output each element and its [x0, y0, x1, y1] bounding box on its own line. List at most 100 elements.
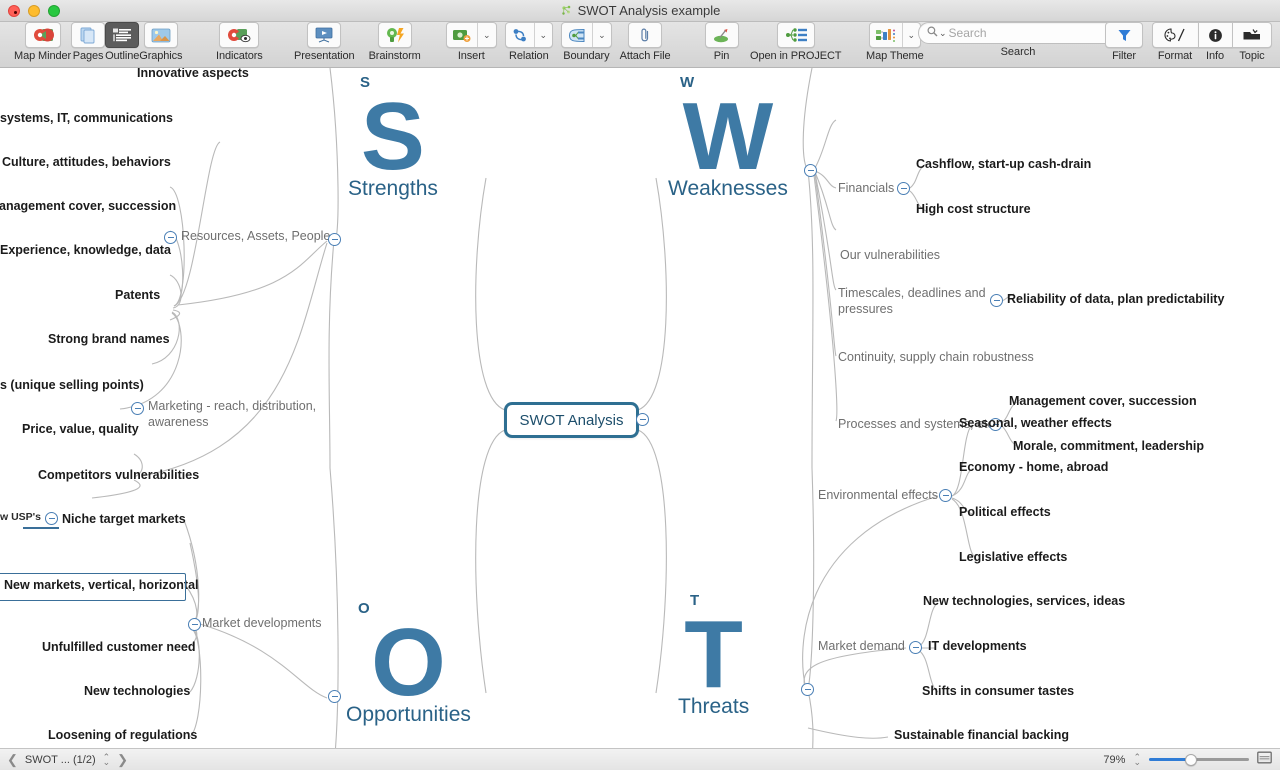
- insert-dropdown-button[interactable]: ⌄: [477, 23, 496, 47]
- collapse-toggle-threats[interactable]: [801, 683, 814, 696]
- boundary-dropdown-button[interactable]: ⌄: [592, 23, 611, 47]
- toolbar-button-map-theme[interactable]: ⌄ Map Theme: [866, 22, 924, 62]
- search-input[interactable]: ⌄ Search: [918, 22, 1118, 44]
- topic-leaf[interactable]: Management cover, succession: [1009, 394, 1197, 410]
- mindmap-document-icon: [560, 2, 573, 15]
- toolbar-project-group: Open in PROJECT: [750, 22, 841, 68]
- topic-leaf[interactable]: Loosening of regulations: [48, 728, 197, 744]
- topic-leaf[interactable]: High cost structure: [916, 202, 1031, 218]
- quadrant-strengths[interactable]: S S Strengths: [348, 74, 438, 201]
- fit-to-window-icon[interactable]: [1257, 751, 1272, 769]
- toolbar-button-boundary[interactable]: ⌄ Boundary: [561, 22, 612, 62]
- toolbar-button-filter[interactable]: Filter: [1105, 22, 1143, 62]
- topic-leaf[interactable]: Price, value, quality: [22, 422, 139, 438]
- collapse-toggle-opportunities[interactable]: [328, 690, 341, 703]
- selected-topic-outline[interactable]: [0, 573, 186, 601]
- toolbar-button-topic[interactable]: Topic: [1232, 22, 1272, 62]
- collapse-toggle-financials[interactable]: [897, 182, 910, 195]
- zoom-slider[interactable]: [1149, 754, 1249, 766]
- topic-subtopic[interactable]: Environmental effects: [818, 488, 938, 504]
- collapse-toggle-central[interactable]: [636, 413, 649, 426]
- topic-leaf[interactable]: Political effects: [959, 505, 1051, 521]
- collapse-toggle-resources[interactable]: [164, 231, 177, 244]
- format-palette-icon: [1152, 22, 1198, 48]
- topic-leaf[interactable]: anagement cover, succession: [0, 199, 176, 215]
- toolbar-button-presentation[interactable]: Presentation: [294, 22, 355, 62]
- boundary-segmented-control[interactable]: ⌄: [561, 22, 612, 48]
- topic-subtopic[interactable]: Timescales, deadlines and pressures: [838, 286, 988, 317]
- collapse-toggle-environmental[interactable]: [939, 489, 952, 502]
- topic-leaf[interactable]: Seasonal, weather effects: [959, 416, 1112, 432]
- central-topic[interactable]: SWOT Analysis: [504, 402, 639, 438]
- collapse-toggle-marketing[interactable]: [131, 402, 144, 415]
- zoom-stepper-icon[interactable]: ⌃⌄: [1133, 755, 1141, 765]
- topic-leaf[interactable]: Culture, attitudes, behaviors: [2, 155, 171, 171]
- topic-leaf[interactable]: New technologies, services, ideas: [923, 594, 1125, 610]
- toolbar-button-outline[interactable]: Outline: [105, 22, 139, 62]
- map-theme-segmented-control[interactable]: ⌄: [869, 22, 922, 48]
- zoom-slider-knob[interactable]: [1185, 754, 1197, 766]
- toolbar-button-brainstorm[interactable]: Brainstorm: [369, 22, 421, 62]
- toolbar-button-pin[interactable]: Pin: [705, 22, 739, 62]
- relation-segmented-control[interactable]: ⌄: [505, 22, 554, 48]
- topic-subtopic[interactable]: Market demand: [818, 639, 905, 655]
- collapse-toggle-niche[interactable]: [45, 512, 58, 525]
- topic-leaf[interactable]: New technologies: [84, 684, 190, 700]
- topic-subtopic[interactable]: Resources, Assets, People: [181, 229, 330, 245]
- topic-leaf[interactable]: Economy - home, abroad: [959, 460, 1108, 476]
- toolbar-button-indicators[interactable]: Indicators: [216, 22, 263, 62]
- chevron-left-icon[interactable]: ❮: [7, 752, 18, 768]
- topic-leaf[interactable]: Competitors vulnerabilities: [38, 468, 199, 484]
- topic-leaf[interactable]: Cashflow, start-up cash-drain: [916, 157, 1091, 173]
- toolbar-button-open-in-project[interactable]: Open in PROJECT: [750, 22, 841, 62]
- toolbar-button-insert[interactable]: ⌄ Insert: [446, 22, 497, 62]
- stepper-updown-icon[interactable]: ⌃⌄: [103, 755, 111, 765]
- chevron-down-icon[interactable]: ⌄: [939, 29, 947, 38]
- topic-leaf[interactable]: IT developments: [928, 639, 1027, 655]
- collapse-toggle-market-demand[interactable]: [909, 641, 922, 654]
- search-placeholder: Search: [949, 26, 987, 40]
- topic-subtopic[interactable]: Marketing - reach, distribution, awarene…: [148, 399, 328, 430]
- toolbar-button-attach-file[interactable]: Attach File: [620, 22, 671, 62]
- mindmap-canvas[interactable]: S S Strengths W W Weaknesses O O Opportu…: [0, 68, 1280, 748]
- topic-leaf[interactable]: Patents: [115, 288, 160, 304]
- topic-subtopic[interactable]: Continuity, supply chain robustness: [838, 350, 1034, 366]
- topic-leaf[interactable]: Shifts in consumer tastes: [922, 684, 1074, 700]
- toolbar-button-format[interactable]: Format: [1152, 22, 1198, 62]
- quadrant-caption: Strengths: [348, 177, 438, 201]
- topic-leaf[interactable]: Morale, commitment, leadership: [1013, 439, 1204, 455]
- topic-leaf[interactable]: Innovative aspects: [137, 68, 249, 82]
- toolbar-button-graphics[interactable]: Graphics: [139, 22, 182, 62]
- topic-leaf[interactable]: Legislative effects: [959, 550, 1067, 566]
- topic-leaf[interactable]: s (unique selling points): [0, 378, 144, 394]
- toolbar-label: Format: [1158, 50, 1192, 62]
- topic-leaf[interactable]: systems, IT, communications: [0, 111, 173, 127]
- topic-leaf[interactable]: Niche target markets: [62, 512, 186, 528]
- topic-leaf[interactable]: Unfulfilled customer need: [42, 640, 196, 656]
- chevron-right-icon[interactable]: ❯: [117, 752, 128, 768]
- topic-leaf[interactable]: Reliability of data, plan predictability: [1007, 292, 1224, 308]
- collapse-toggle-weaknesses[interactable]: [804, 164, 817, 177]
- sheet-label[interactable]: SWOT ... (1/2): [25, 754, 96, 766]
- collapse-toggle-market-dev[interactable]: [188, 618, 201, 631]
- topic-subtopic[interactable]: Our vulnerabilities: [840, 248, 940, 264]
- topic-leaf-partial[interactable]: w USP's: [0, 511, 41, 524]
- quadrant-opportunities[interactable]: O O Opportunities: [346, 600, 471, 727]
- window-titlebar: SWOT Analysis example: [0, 0, 1280, 22]
- topic-leaf[interactable]: Strong brand names: [48, 332, 170, 348]
- relation-dropdown-button[interactable]: ⌄: [534, 23, 553, 47]
- collapse-toggle-timescales[interactable]: [990, 294, 1003, 307]
- toolbar-button-map-minder[interactable]: Map Minder: [14, 22, 71, 62]
- collapse-toggle-strengths[interactable]: [328, 233, 341, 246]
- quadrant-threats[interactable]: T T Threats: [678, 592, 749, 719]
- topic-leaf[interactable]: Experience, knowledge, data: [0, 243, 171, 259]
- toolbar-button-relation[interactable]: ⌄ Relation: [505, 22, 554, 62]
- outline-icon: [105, 22, 139, 48]
- topic-subtopic[interactable]: Financials: [838, 181, 894, 197]
- toolbar-button-pages[interactable]: Pages: [71, 22, 105, 62]
- insert-segmented-control[interactable]: ⌄: [446, 22, 497, 48]
- topic-leaf[interactable]: Sustainable financial backing: [894, 728, 1069, 744]
- toolbar-button-info[interactable]: Info: [1198, 22, 1232, 62]
- topic-subtopic[interactable]: Market developments: [202, 616, 322, 632]
- quadrant-weaknesses[interactable]: W W Weaknesses: [668, 74, 788, 201]
